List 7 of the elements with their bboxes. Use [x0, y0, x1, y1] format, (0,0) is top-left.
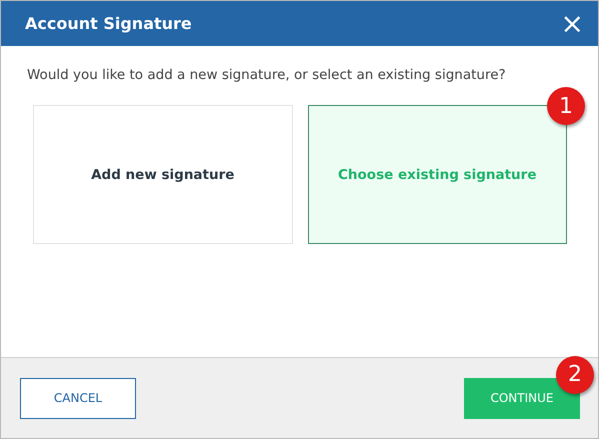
step-badge: 1	[547, 87, 585, 125]
cancel-button[interactable]: CANCEL	[20, 378, 136, 418]
window-title: Account Signature	[25, 14, 192, 33]
step-badge: 2	[556, 356, 594, 394]
prompt-text: Would you like to add a new signature, or select an existing signature?	[27, 67, 507, 83]
close-button[interactable]: ×	[560, 10, 584, 38]
option-card[interactable]: Add new signature	[33, 105, 292, 244]
